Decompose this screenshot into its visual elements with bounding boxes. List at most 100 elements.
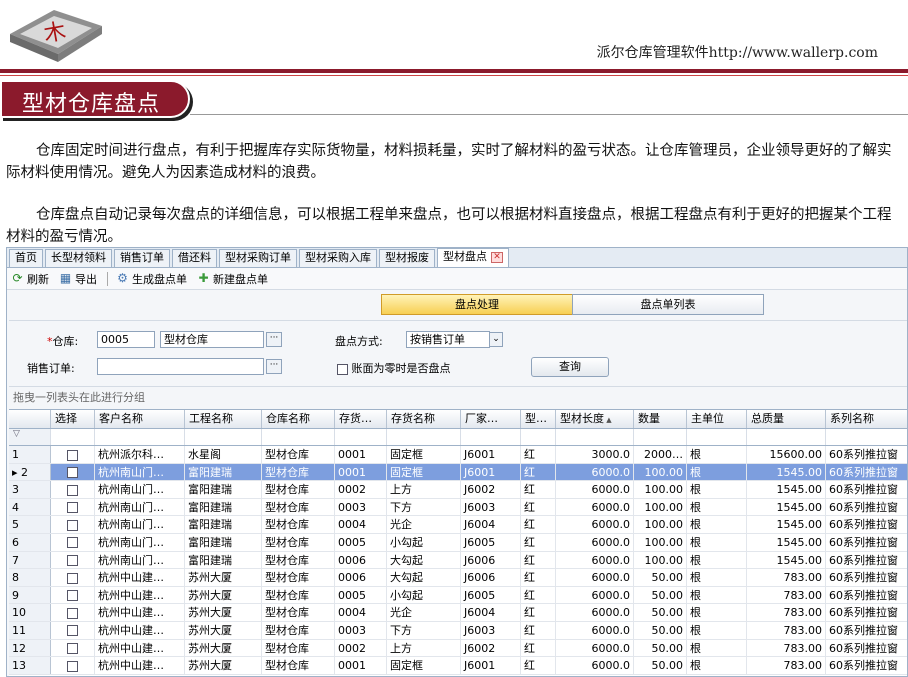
tab-long-material[interactable]: 长型材领料: [45, 249, 112, 267]
column-header[interactable]: 厂家…: [461, 410, 521, 428]
zero-balance-checkbox[interactable]: [337, 363, 348, 375]
close-tab-icon[interactable]: ✕: [491, 251, 503, 263]
table-row[interactable]: 8 杭州中山建… 苏州大厦 型材仓库 0006 大勾起 J6006 红 6000.0 50.00 根…: [9, 569, 907, 587]
row-checkbox[interactable]: [67, 484, 78, 496]
column-header[interactable]: 总质量: [747, 410, 826, 428]
select-cell[interactable]: [51, 639, 95, 657]
segment-process[interactable]: 盘点处理: [381, 294, 573, 315]
filter-cell[interactable]: [634, 429, 687, 445]
row-checkbox[interactable]: [67, 572, 78, 584]
table-row[interactable]: 11 杭州中山建… 苏州大厦 型材仓库 0003 下方 J6003 红 6000.0 50.00 根…: [9, 621, 907, 640]
select-cell[interactable]: [51, 533, 95, 551]
toolbar: ⟳ 刷新 ▦ 导出 ⚙ 生成盘点单 ✚ 新建盘点单: [7, 268, 907, 290]
select-cell[interactable]: [51, 569, 95, 586]
sales-order-input[interactable]: [97, 358, 264, 375]
column-header[interactable]: 仓库名称: [262, 410, 335, 428]
table-row[interactable]: 7 杭州南山门… 富阳建瑞 型材仓库 0006 大勾起 J6006 红 6000.0 100.00…: [9, 551, 907, 570]
row-checkbox[interactable]: [67, 607, 78, 619]
table-cell: 富阳建瑞: [185, 498, 262, 516]
column-header[interactable]: 选择: [51, 410, 95, 428]
row-checkbox[interactable]: [67, 660, 78, 672]
select-cell[interactable]: [51, 516, 95, 533]
row-checkbox[interactable]: [67, 502, 78, 514]
select-cell[interactable]: [51, 586, 95, 604]
filter-cell[interactable]: [556, 429, 634, 445]
tab-purchase-inbound[interactable]: 型材采购入库: [299, 249, 377, 267]
select-cell[interactable]: [51, 498, 95, 516]
warehouse-picker-button[interactable]: ···: [266, 332, 282, 347]
select-cell[interactable]: [51, 463, 95, 481]
refresh-button[interactable]: ⟳ 刷新: [11, 271, 49, 287]
row-checkbox[interactable]: [67, 467, 78, 479]
column-header[interactable]: [9, 410, 51, 428]
select-cell[interactable]: [51, 621, 95, 639]
filter-cell[interactable]: [521, 429, 556, 445]
filter-cell[interactable]: [826, 429, 907, 445]
zero-balance-option[interactable]: 账面为零时是否盘点: [337, 360, 451, 376]
method-select[interactable]: 按销售订单: [406, 331, 490, 348]
row-checkbox[interactable]: [67, 590, 78, 602]
select-cell[interactable]: [51, 481, 95, 498]
row-checkbox[interactable]: [67, 519, 78, 531]
table-cell: 杭州南山门…: [95, 551, 185, 569]
column-header[interactable]: 型材长度 ▲: [556, 410, 634, 428]
tab-purchase-order[interactable]: 型材采购订单: [219, 249, 297, 267]
filter-cell[interactable]: [185, 429, 262, 445]
row-checkbox[interactable]: [67, 643, 78, 655]
tab-sales-order[interactable]: 销售订单: [114, 249, 170, 267]
table-row[interactable]: 4 杭州南山门… 富阳建瑞 型材仓库 0003 下方 J6003 红 6000.0 100.00 根…: [9, 498, 907, 517]
chevron-down-icon[interactable]: ⌄: [489, 332, 503, 347]
tab-home[interactable]: 首页: [9, 249, 43, 267]
warehouse-code-input[interactable]: 0005: [97, 331, 155, 348]
tab-stocktake[interactable]: 型材盘点 ✕: [437, 248, 509, 267]
filter-cell[interactable]: [387, 429, 461, 445]
group-by-panel[interactable]: 拖曳一列表头在此进行分组: [9, 386, 907, 408]
table-cell: 根: [687, 657, 747, 674]
row-checkbox[interactable]: [67, 625, 78, 637]
table-row[interactable]: 3 杭州南山门… 富阳建瑞 型材仓库 0002 上方 J6002 红 6000.0 100.00 根…: [9, 481, 907, 499]
filter-cell[interactable]: [262, 429, 335, 445]
tab-borrow-return[interactable]: 借还料: [172, 249, 217, 267]
table-cell: 型材仓库: [262, 639, 335, 657]
column-header[interactable]: 数量: [634, 410, 687, 428]
select-cell[interactable]: [51, 604, 95, 621]
row-checkbox[interactable]: [67, 449, 78, 461]
generate-stocktake-button[interactable]: ⚙ 生成盘点单: [116, 271, 187, 287]
filter-icon[interactable]: ▽: [9, 429, 51, 445]
column-header[interactable]: 存货名称: [387, 410, 461, 428]
new-stocktake-button[interactable]: ✚ 新建盘点单: [197, 271, 268, 287]
table-cell: 型材仓库: [262, 516, 335, 533]
table-row[interactable]: 10 杭州中山建… 苏州大厦 型材仓库 0004 光企 J6004 红 6000.0 50.00 根…: [9, 604, 907, 622]
table-row[interactable]: 9 杭州中山建… 苏州大厦 型材仓库 0005 小勾起 J6005 红 6000.0 50.00 根…: [9, 586, 907, 605]
column-header[interactable]: 存货…: [335, 410, 387, 428]
warehouse-name-input[interactable]: 型材仓库: [160, 331, 264, 348]
select-cell[interactable]: [51, 657, 95, 674]
select-cell[interactable]: [51, 446, 95, 463]
column-header[interactable]: 系列名称: [826, 410, 907, 428]
table-row[interactable]: 5 杭州南山门… 富阳建瑞 型材仓库 0004 光企 J6004 红 6000.0 100.00 根…: [9, 516, 907, 534]
segment-list[interactable]: 盘点单列表: [572, 294, 764, 315]
filter-cell[interactable]: [51, 429, 95, 445]
table-cell: 6000.0: [556, 639, 634, 657]
column-header[interactable]: 客户名称: [95, 410, 185, 428]
column-header[interactable]: 工程名称: [185, 410, 262, 428]
table-row[interactable]: 1 杭州派尔科… 水星阁 型材仓库 0001 固定框 J6001 红 3000.0 2000… 根 1…: [9, 446, 907, 464]
sales-order-picker-button[interactable]: ···: [266, 359, 282, 374]
filter-cell[interactable]: [95, 429, 185, 445]
filter-cell[interactable]: [687, 429, 747, 445]
table-row[interactable]: 6 杭州南山门… 富阳建瑞 型材仓库 0005 小勾起 J6005 红 6000.0 100.00…: [9, 533, 907, 552]
column-header[interactable]: 主单位: [687, 410, 747, 428]
column-header[interactable]: 型…: [521, 410, 556, 428]
filter-cell[interactable]: [335, 429, 387, 445]
tab-scrap[interactable]: 型材报废: [379, 249, 435, 267]
table-row[interactable]: 13 杭州中山建… 苏州大厦 型材仓库 0001 固定框 J6001 红 6000.0 50.00…: [9, 657, 907, 675]
filter-cell[interactable]: [747, 429, 826, 445]
row-checkbox[interactable]: [67, 555, 78, 567]
table-row[interactable]: 12 杭州中山建… 苏州大厦 型材仓库 0002 上方 J6002 红 6000.0 50.00 根…: [9, 639, 907, 658]
query-button[interactable]: 查询: [531, 357, 609, 377]
filter-cell[interactable]: [461, 429, 521, 445]
select-cell[interactable]: [51, 551, 95, 569]
row-checkbox[interactable]: [67, 537, 78, 549]
table-row[interactable]: ▸ 2 杭州南山门… 富阳建瑞 型材仓库 0001 固定框 J6001 红 6000.0 100.…: [9, 463, 907, 482]
export-button[interactable]: ▦ 导出: [59, 271, 97, 287]
